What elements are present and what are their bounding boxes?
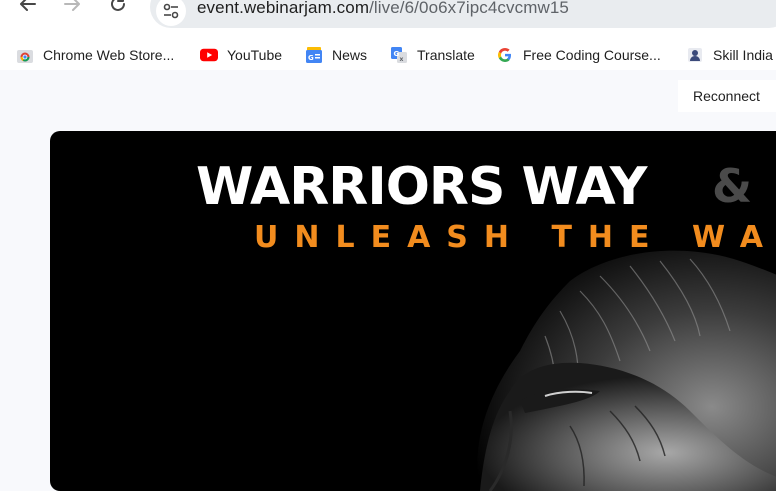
forward-arrow-icon [64, 0, 80, 11]
google-news-icon: G [305, 46, 323, 64]
back-button[interactable] [12, 0, 44, 20]
back-arrow-icon [20, 0, 36, 11]
svg-text:G: G [308, 54, 314, 62]
google-translate-icon: Gx [390, 46, 408, 64]
bookmark-label: News [332, 47, 368, 63]
bookmark-youtube[interactable]: YouTube [200, 44, 282, 66]
reload-button[interactable] [102, 0, 134, 20]
url-host: event.webinarjam.com [197, 0, 370, 17]
reload-icon [111, 0, 125, 11]
banner-ampersand: & [712, 159, 753, 213]
svg-text:x: x [400, 56, 404, 63]
forward-button[interactable] [56, 0, 88, 20]
webinar-video-player[interactable]: WARRIORS WAY & UNLEASH THE WAR [50, 131, 776, 491]
google-g-icon [496, 46, 514, 64]
url-path: /live/6/0o6x7ipc4cvcmw15 [369, 0, 569, 17]
reconnect-button[interactable]: Reconnect [678, 80, 776, 112]
bookmark-free-coding-course[interactable]: Free Coding Course... [496, 44, 661, 66]
browser-toolbar: event.webinarjam.com/live/6/0o6x7ipc4cvc… [0, 0, 776, 40]
bookmark-label: YouTube [227, 47, 283, 63]
tune-icon [163, 3, 179, 19]
lion-illustration [477, 250, 776, 491]
url-text[interactable]: event.webinarjam.com/live/6/0o6x7ipc4cvc… [197, 0, 569, 18]
youtube-icon [200, 46, 218, 64]
bookmark-label: Chrome Web Store... [43, 47, 175, 63]
bookmark-translate[interactable]: Gx Translate [390, 44, 475, 66]
bookmarks-bar: Chrome Web Store... YouTube G News Gx Tr… [0, 40, 776, 70]
bookmark-chrome-web-store[interactable]: Chrome Web Store... [16, 44, 174, 66]
bookmark-label: Translate [417, 47, 475, 63]
bookmark-label: Free Coding Course... [523, 47, 661, 63]
site-info-button[interactable] [156, 0, 186, 26]
banner-title: WARRIORS WAY [196, 157, 647, 217]
address-bar[interactable]: event.webinarjam.com/live/6/0o6x7ipc4cvc… [150, 0, 776, 28]
bookmark-news[interactable]: G News [305, 44, 367, 66]
bookmark-skill-india[interactable]: Skill India [686, 44, 773, 66]
bookmark-label: Skill India [713, 47, 773, 63]
skill-india-icon [686, 46, 704, 64]
chrome-web-store-icon [16, 46, 34, 64]
